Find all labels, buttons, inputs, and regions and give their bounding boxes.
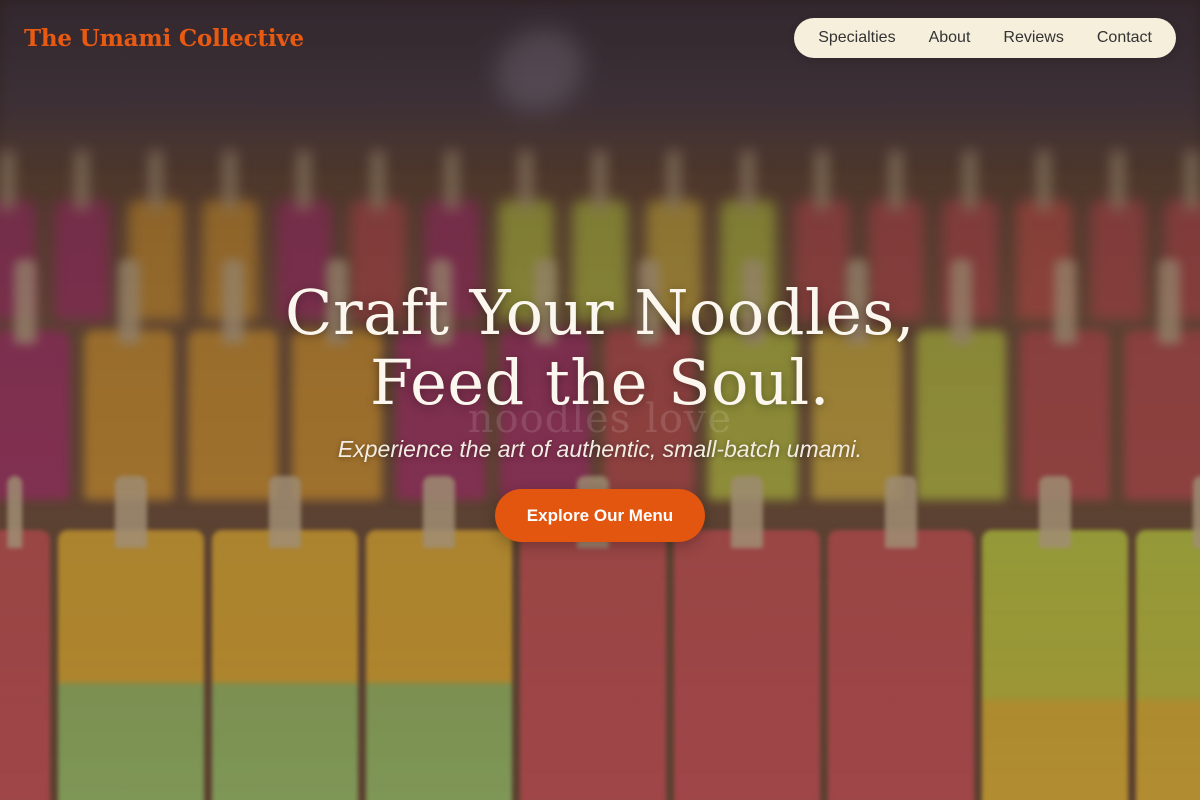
main-nav: Specialties About Reviews Contact (794, 18, 1176, 58)
nav-link-contact[interactable]: Contact (1097, 29, 1152, 47)
hero-title-line-1: Craft Your Noodles, (285, 276, 915, 349)
nav-link-specialties[interactable]: Specialties (818, 29, 895, 47)
nav-link-about[interactable]: About (929, 29, 971, 47)
brand-logo[interactable]: The Umami Collective (24, 25, 304, 52)
explore-menu-button[interactable]: Explore Our Menu (494, 489, 706, 542)
hero-section: noodles love Craft Your Noodles, Feed th… (0, 278, 1200, 542)
hero-watermark-text: noodles love (467, 396, 733, 442)
site-header: The Umami Collective Specialties About R… (0, 0, 1200, 76)
nav-link-reviews[interactable]: Reviews (1003, 29, 1063, 47)
